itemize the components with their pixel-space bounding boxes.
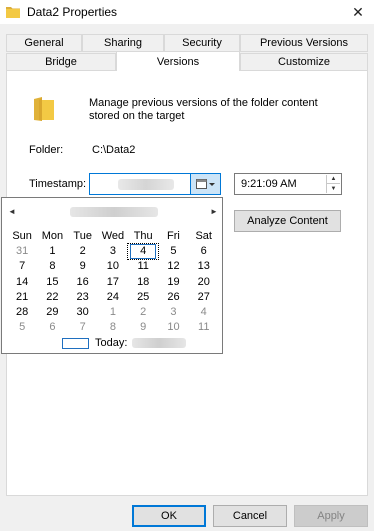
calendar-day[interactable]: 28 bbox=[7, 305, 37, 320]
calendar-day[interactable]: 18 bbox=[128, 275, 158, 290]
time-picker[interactable]: 9:21:09 AM ▲ ▼ bbox=[234, 173, 342, 195]
calendar-day[interactable]: 7 bbox=[7, 259, 37, 274]
calendar-day[interactable]: 8 bbox=[98, 320, 128, 335]
time-spinner[interactable]: ▲ ▼ bbox=[326, 175, 340, 193]
title-bar: Data2 Properties ✕ bbox=[0, 0, 374, 24]
close-button[interactable]: ✕ bbox=[342, 0, 374, 24]
calendar-day[interactable]: 13 bbox=[189, 259, 219, 274]
folder-icon bbox=[34, 97, 54, 121]
calendar-day[interactable]: 15 bbox=[37, 275, 67, 290]
calendar-day[interactable]: 27 bbox=[189, 290, 219, 305]
folder-path: C:\Data2 bbox=[92, 144, 136, 156]
tab-bridge[interactable]: Bridge bbox=[6, 53, 116, 71]
calendar-day[interactable]: 26 bbox=[158, 290, 188, 305]
calendar-day[interactable]: 21 bbox=[7, 290, 37, 305]
calendar-day[interactable]: 7 bbox=[68, 320, 98, 335]
calendar-grid: Sun Mon Tue Wed Thu Fri Sat 31 1 2 3 4 5… bbox=[7, 229, 219, 335]
weekday-label: Mon bbox=[41, 230, 64, 242]
calendar-week: 28 29 30 1 2 3 4 bbox=[7, 305, 219, 320]
calendar-day[interactable]: 1 bbox=[37, 244, 67, 259]
calendar-week: 5 6 7 8 9 10 11 bbox=[7, 320, 219, 335]
close-icon: ✕ bbox=[352, 3, 364, 20]
apply-button[interactable]: Apply bbox=[294, 505, 368, 527]
calendar-day[interactable]: 4 bbox=[189, 305, 219, 320]
calendar-day-selected[interactable]: 4 bbox=[127, 243, 160, 261]
calendar-day[interactable]: 30 bbox=[68, 305, 98, 320]
month-year-redacted[interactable] bbox=[70, 207, 158, 217]
date-picker[interactable] bbox=[89, 173, 221, 195]
calendar-day[interactable]: 16 bbox=[68, 275, 98, 290]
calendar-day[interactable]: 6 bbox=[37, 320, 67, 335]
weekday-label: Wed bbox=[101, 230, 125, 242]
calendar-day[interactable]: 23 bbox=[68, 290, 98, 305]
weekday-label: Fri bbox=[167, 230, 180, 242]
calendar-day[interactable]: 22 bbox=[37, 290, 67, 305]
calendar-day[interactable]: 3 bbox=[98, 244, 128, 259]
calendar-day[interactable]: 1 bbox=[98, 305, 128, 320]
weekday-label: Sun bbox=[12, 230, 32, 242]
weekday-label: Thu bbox=[133, 230, 153, 242]
today-marker-icon bbox=[62, 337, 89, 349]
calendar-day[interactable]: 25 bbox=[128, 290, 158, 305]
calendar-day[interactable]: 19 bbox=[158, 275, 188, 290]
calendar-day[interactable]: 11 bbox=[128, 259, 158, 274]
spin-down-icon[interactable]: ▼ bbox=[327, 184, 340, 193]
calendar-day[interactable]: 24 bbox=[98, 290, 128, 305]
calendar-day[interactable]: 8 bbox=[37, 259, 67, 274]
calendar-day[interactable]: 29 bbox=[37, 305, 67, 320]
tab-security[interactable]: Security bbox=[164, 34, 240, 52]
description-text: Manage previous versions of the folder c… bbox=[89, 97, 318, 122]
today-label: Today: bbox=[95, 337, 128, 349]
calendar-day[interactable]: 2 bbox=[68, 244, 98, 259]
tab-versions[interactable]: Versions bbox=[116, 51, 240, 71]
previous-month-icon[interactable]: ◄ bbox=[8, 207, 16, 216]
spin-up-icon[interactable]: ▲ bbox=[327, 175, 340, 184]
calendar-day[interactable]: 11 bbox=[189, 320, 219, 335]
calendar-day[interactable]: 10 bbox=[158, 320, 188, 335]
calendar-icon bbox=[195, 179, 215, 189]
calendar-week: 14 15 16 17 18 19 20 bbox=[7, 275, 219, 290]
calendar-day[interactable]: 31 bbox=[7, 244, 37, 259]
date-value-redacted bbox=[118, 179, 174, 190]
calendar-day[interactable]: 9 bbox=[68, 259, 98, 274]
tab-customize[interactable]: Customize bbox=[240, 53, 368, 71]
calendar-dropdown-button[interactable] bbox=[190, 174, 220, 194]
tab-sharing[interactable]: Sharing bbox=[82, 34, 164, 52]
calendar-week: 31 1 2 3 4 5 6 bbox=[7, 243, 219, 261]
calendar-day[interactable]: 6 bbox=[189, 244, 219, 259]
calendar-day[interactable]: 14 bbox=[7, 275, 37, 290]
weekday-label: Sat bbox=[195, 230, 212, 242]
analyze-content-button[interactable]: Analyze Content bbox=[234, 210, 341, 232]
calendar-week: 7 8 9 10 11 12 13 bbox=[7, 259, 219, 274]
timestamp-label: Timestamp: bbox=[29, 178, 87, 190]
weekday-header: Sun Mon Tue Wed Thu Fri Sat bbox=[7, 229, 219, 244]
calendar-day[interactable]: 2 bbox=[128, 305, 158, 320]
calendar-day[interactable]: 10 bbox=[98, 259, 128, 274]
weekday-label: Tue bbox=[73, 230, 92, 242]
tab-previous-versions[interactable]: Previous Versions bbox=[240, 34, 368, 52]
calendar-day[interactable]: 3 bbox=[158, 305, 188, 320]
today-link[interactable]: Today: bbox=[62, 336, 187, 350]
calendar-week: 21 22 23 24 25 26 27 bbox=[7, 290, 219, 305]
time-value: 9:21:09 AM bbox=[241, 178, 297, 190]
folder-icon bbox=[6, 7, 20, 18]
calendar-day[interactable]: 17 bbox=[98, 275, 128, 290]
calendar-day[interactable]: 5 bbox=[7, 320, 37, 335]
calendar-day[interactable]: 5 bbox=[158, 244, 188, 259]
tab-general[interactable]: General bbox=[6, 34, 82, 52]
calendar-day[interactable]: 9 bbox=[128, 320, 158, 335]
ok-button[interactable]: OK bbox=[132, 505, 206, 527]
next-month-icon[interactable]: ► bbox=[210, 207, 218, 216]
cancel-button[interactable]: Cancel bbox=[213, 505, 287, 527]
calendar-day[interactable]: 20 bbox=[189, 275, 219, 290]
calendar-day[interactable]: 12 bbox=[158, 259, 188, 274]
folder-label: Folder: bbox=[29, 144, 64, 156]
today-date-redacted bbox=[132, 338, 187, 348]
calendar-popup: ◄ ► Sun Mon Tue Wed Thu Fri Sat 31 1 2 3… bbox=[1, 197, 223, 354]
window-title: Data2 Properties bbox=[27, 5, 118, 19]
